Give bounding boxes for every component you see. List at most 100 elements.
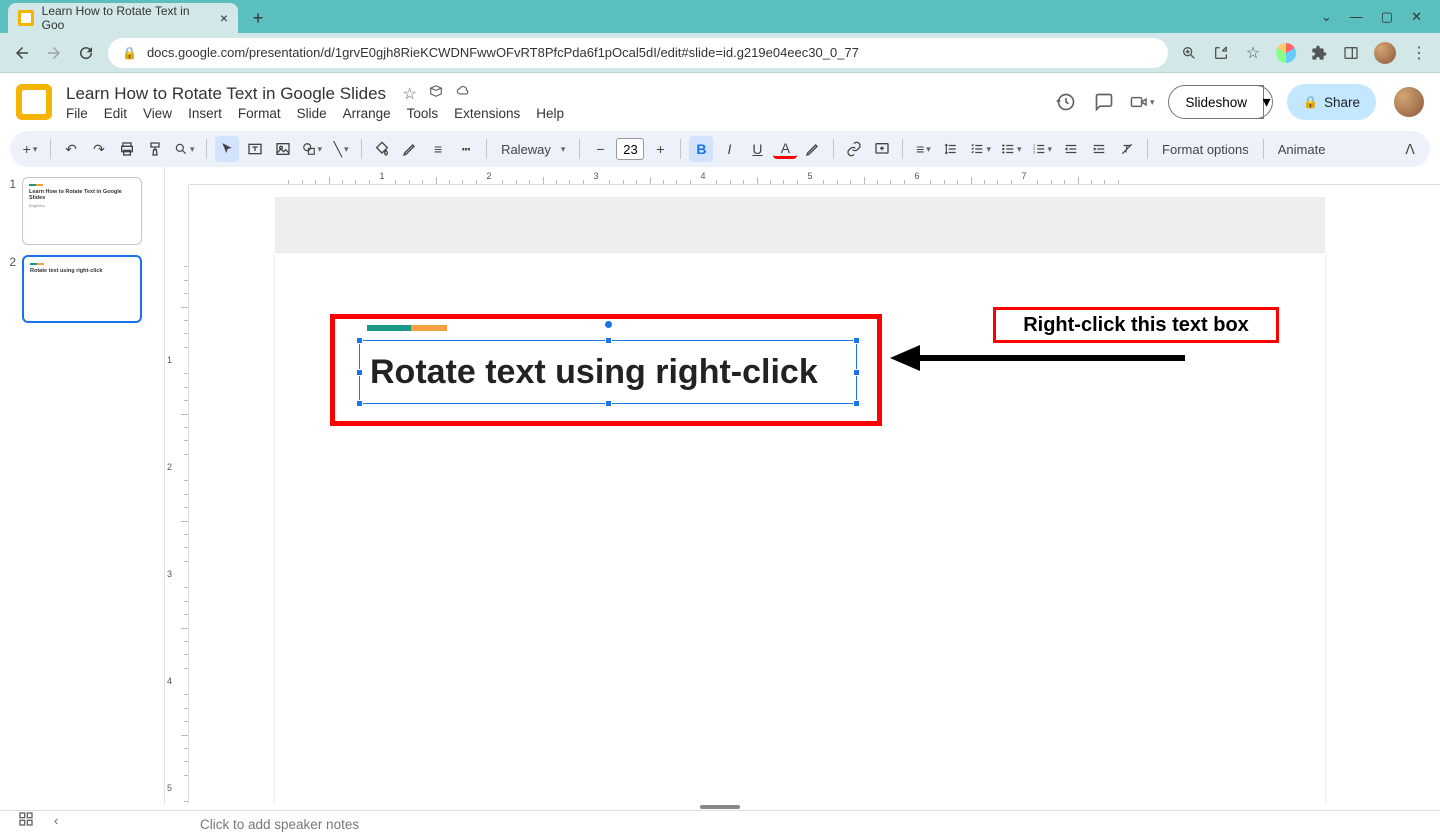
insert-link-button[interactable] (842, 136, 866, 162)
sidepanel-icon[interactable] (1342, 44, 1360, 62)
undo-button[interactable]: ↶ (59, 136, 83, 162)
underline-button[interactable]: U (745, 136, 769, 162)
menu-insert[interactable]: Insert (188, 106, 222, 121)
border-color-button[interactable] (398, 136, 422, 162)
extensions-puzzle-icon[interactable] (1310, 44, 1328, 62)
line-spacing-button[interactable] (939, 136, 963, 162)
checklist-button[interactable]: ▾ (967, 136, 994, 162)
callout-text: Right-click this text box (1023, 314, 1249, 337)
star-icon[interactable]: ☆ (1244, 44, 1262, 62)
slide-thumbnail-2[interactable]: Rotate text using right-click (22, 255, 142, 323)
extension-badge-icon[interactable] (1276, 43, 1296, 63)
reload-button[interactable] (76, 43, 96, 63)
share-link-icon[interactable] (1212, 44, 1230, 62)
new-tab-button[interactable]: + (244, 4, 272, 32)
zoom-button[interactable]: ▾ (171, 136, 198, 162)
menu-help[interactable]: Help (536, 106, 564, 121)
menu-file[interactable]: File (66, 106, 88, 121)
maximize-icon[interactable]: ▢ (1381, 9, 1393, 25)
menu-view[interactable]: View (143, 106, 172, 121)
menu-extensions[interactable]: Extensions (454, 106, 520, 121)
filmstrip[interactable]: 1 Learn How to Rotate Text in Google Sli… (0, 167, 165, 804)
italic-button[interactable]: I (717, 136, 741, 162)
horizontal-ruler[interactable]: 1234567 (189, 167, 1440, 185)
move-icon[interactable] (429, 84, 443, 104)
border-dash-button[interactable]: ┅ (454, 136, 478, 162)
resize-handle[interactable] (853, 400, 860, 407)
chevron-down-icon[interactable]: ⌄ (1321, 9, 1332, 25)
resize-handle[interactable] (356, 369, 363, 376)
slideshow-dropdown[interactable]: ▾ (1247, 85, 1273, 119)
rotate-handle[interactable] (605, 321, 612, 328)
comments-icon[interactable] (1092, 90, 1116, 114)
resize-handle[interactable] (356, 400, 363, 407)
share-button[interactable]: 🔒Share (1287, 84, 1376, 120)
forward-button[interactable] (44, 43, 64, 63)
zoom-icon[interactable] (1180, 44, 1198, 62)
textbox-tool[interactable] (243, 136, 267, 162)
bold-button[interactable]: B (689, 136, 713, 162)
grid-view-icon[interactable] (18, 811, 34, 830)
slide-canvas[interactable]: Rotate text using right-click Rig (275, 253, 1325, 804)
select-tool[interactable] (215, 136, 239, 162)
border-weight-button[interactable]: ≡ (426, 136, 450, 162)
vertical-ruler[interactable]: 12345 (165, 185, 189, 804)
document-title[interactable]: Learn How to Rotate Text in Google Slide… (66, 84, 386, 103)
menu-tools[interactable]: Tools (407, 106, 439, 121)
insert-comment-button[interactable] (870, 136, 894, 162)
paint-format-button[interactable] (143, 136, 167, 162)
account-avatar[interactable] (1394, 87, 1424, 117)
increase-font-button[interactable]: + (648, 136, 672, 162)
star-icon[interactable]: ☆ (403, 84, 417, 104)
lock-icon: 🔒 (1303, 95, 1318, 109)
textbox-content[interactable]: Rotate text using right-click (370, 353, 818, 392)
fill-color-button[interactable] (370, 136, 394, 162)
numbered-list-button[interactable]: 123▾ (1029, 136, 1056, 162)
font-family-select[interactable]: Raleway▾ (495, 136, 571, 162)
menu-slide[interactable]: Slide (297, 106, 327, 121)
speaker-notes[interactable]: Click to add speaker notes (0, 810, 1440, 840)
cloud-status-icon[interactable] (455, 84, 471, 104)
resize-handle[interactable] (853, 369, 860, 376)
canvas-area[interactable]: 1234567 12345 Rotate text using right-cl… (165, 167, 1440, 804)
format-options-button[interactable]: Format options (1156, 136, 1255, 162)
chrome-menu-icon[interactable]: ⋮ (1410, 44, 1428, 62)
menu-edit[interactable]: Edit (104, 106, 127, 121)
close-tab-icon[interactable]: × (220, 10, 228, 26)
text-color-button[interactable]: A (773, 139, 797, 159)
font-size-input[interactable] (616, 138, 644, 160)
print-button[interactable] (115, 136, 139, 162)
slide-thumbnail-1[interactable]: Learn How to Rotate Text in Google Slide… (22, 177, 142, 245)
menu-format[interactable]: Format (238, 106, 281, 121)
chrome-profile-avatar[interactable] (1374, 42, 1396, 64)
resize-handle[interactable] (356, 337, 363, 344)
collapse-filmstrip-icon[interactable]: ‹ (54, 813, 58, 828)
collapse-toolbar-button[interactable]: ᐱ (1398, 136, 1422, 162)
highlight-button[interactable] (801, 136, 825, 162)
increase-indent-button[interactable] (1087, 136, 1111, 162)
shape-tool[interactable]: ▾ (299, 136, 326, 162)
decrease-indent-button[interactable] (1059, 136, 1083, 162)
history-icon[interactable] (1054, 90, 1078, 114)
image-tool[interactable] (271, 136, 295, 162)
selected-textbox[interactable]: Rotate text using right-click (359, 340, 857, 404)
new-slide-button[interactable]: +▾ (18, 136, 42, 162)
meet-icon[interactable]: ▾ (1130, 90, 1154, 114)
bullet-list-button[interactable]: ▾ (998, 136, 1025, 162)
resize-handle[interactable] (853, 337, 860, 344)
url-input[interactable]: 🔒 docs.google.com/presentation/d/1grvE0g… (108, 38, 1168, 68)
browser-tab[interactable]: Learn How to Rotate Text in Goo × (8, 3, 238, 33)
close-window-icon[interactable]: ✕ (1411, 9, 1422, 25)
back-button[interactable] (12, 43, 32, 63)
line-tool[interactable]: ╲▾ (329, 136, 353, 162)
slides-logo-icon[interactable] (16, 84, 52, 120)
align-button[interactable]: ≡▾ (911, 136, 935, 162)
animate-button[interactable]: Animate (1272, 136, 1332, 162)
resize-handle[interactable] (605, 400, 612, 407)
clear-format-button[interactable] (1115, 136, 1139, 162)
redo-button[interactable]: ↷ (87, 136, 111, 162)
menu-arrange[interactable]: Arrange (343, 106, 391, 121)
decrease-font-button[interactable]: − (588, 136, 612, 162)
resize-handle[interactable] (605, 337, 612, 344)
minimize-icon[interactable]: — (1350, 9, 1363, 24)
